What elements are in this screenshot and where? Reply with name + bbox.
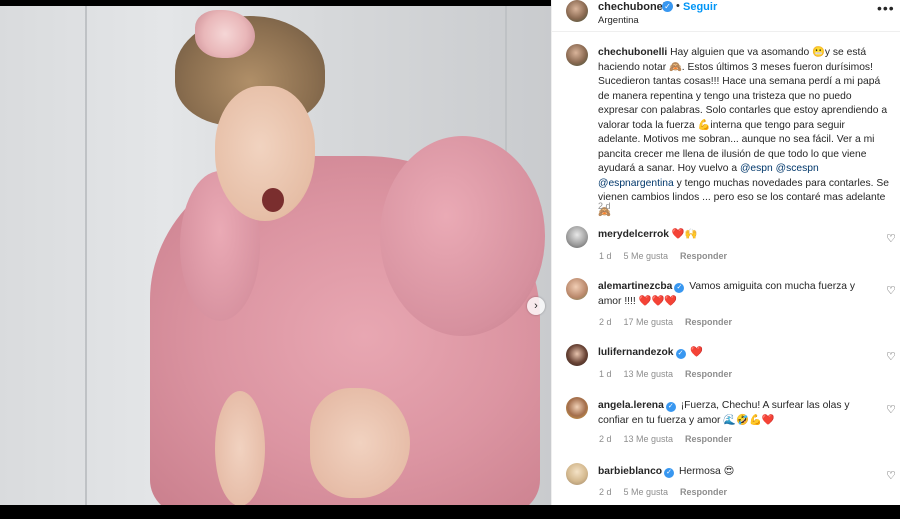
comment-username[interactable]: barbieblanco [598,466,662,477]
comment-likes[interactable]: 5 Me gusta [624,487,669,497]
comment-username[interactable]: lulifernandezok [598,347,674,358]
mention-link[interactable]: @espnargentina [598,178,674,189]
avatar[interactable] [566,463,588,485]
comment-username[interactable]: merydelcerrok [598,229,669,240]
comment-text: angela.lerena ✓ ¡Fuerza, Chechu! A surfea… [598,399,873,428]
post-location[interactable]: Argentina [598,15,639,26]
instagram-post-modal: › chechubonelli ✓ • Seguir Argentina •••… [0,0,900,505]
post-photo[interactable]: › [0,6,551,505]
comment: lulifernandezok ✓ ❤️ 1 d 13 Me gusta Respon… [566,344,896,400]
sweater-sleeve [380,136,545,336]
more-options-icon[interactable]: ••• [877,0,895,16]
hair-bow [195,10,255,58]
comment-meta: 2 d 5 Me gusta Responder [599,487,739,497]
mention-link[interactable]: @scespn [776,163,819,174]
verified-badge-icon: ✓ [662,1,673,12]
reply-button[interactable]: Responder [685,434,732,444]
comment-time[interactable]: 1 d [599,369,612,379]
comment: angela.lerena ✓ ¡Fuerza, Chechu! A surfea… [566,397,896,453]
comment: merydelcerrok ❤️🙌 1 d 5 Me gusta Responder… [566,226,896,282]
comment-time[interactable]: 2 d [599,317,612,327]
follow-button[interactable]: Seguir [683,1,717,13]
wall-edge [85,6,87,505]
avatar[interactable] [566,44,588,66]
caption-time[interactable]: 2 d [598,201,611,211]
like-heart-icon[interactable]: ♡ [886,350,896,363]
comment-meta: 2 d 17 Me gusta Responder [599,317,744,327]
like-heart-icon[interactable]: ♡ [886,469,896,482]
caption-text: chechubonelli Hay alguien que va asomand… [598,46,890,220]
verified-badge-icon: ✓ [664,468,675,478]
comment-text: merydelcerrok ❤️🙌 [598,228,873,243]
comment-time[interactable]: 2 d [599,434,612,444]
caption-body: Hay alguien que va asomando 😬y se está h… [598,47,888,174]
comment-username[interactable]: angela.lerena [598,400,664,411]
reply-button[interactable]: Responder [680,251,727,261]
avatar[interactable] [566,278,588,300]
carousel-next-icon[interactable]: › [527,297,545,315]
comment: barbieblanco ✓ Hermosa 😍 2 d 5 Me gusta Res… [566,463,896,519]
reply-button[interactable]: Responder [685,369,732,379]
comment-body: ❤️ [687,347,704,358]
reply-button[interactable]: Responder [680,487,727,497]
verified-badge-icon: ✓ [665,402,676,412]
reply-button[interactable]: Responder [685,317,732,327]
post-side-panel: chechubonelli ✓ • Seguir Argentina ••• c… [551,0,900,505]
comment-body: ❤️🙌 [668,229,698,240]
avatar[interactable] [566,226,588,248]
caption-username[interactable]: chechubonelli [598,47,667,58]
verified-badge-icon: ✓ [674,283,685,293]
mention-link[interactable]: @espn [740,163,773,174]
comment-body: Hermosa 😍 [676,466,735,477]
like-heart-icon[interactable]: ♡ [886,284,896,297]
comment-meta: 2 d 13 Me gusta Responder [599,434,744,444]
post-header: chechubonelli ✓ • Seguir Argentina ••• [552,0,900,32]
hand [310,388,410,498]
hand [215,391,265,505]
comment: alemartinezcba ✓ Vamos amiguita con mucha… [566,278,896,334]
avatar[interactable] [566,0,588,22]
comment-likes[interactable]: 13 Me gusta [624,434,674,444]
comment-text: lulifernandezok ✓ ❤️ [598,346,873,361]
comment-text: alemartinezcba ✓ Vamos amiguita con mucha… [598,280,873,309]
avatar[interactable] [566,344,588,366]
comment-time[interactable]: 1 d [599,251,612,261]
comment-text: barbieblanco ✓ Hermosa 😍 [598,465,873,480]
comment-likes[interactable]: 13 Me gusta [624,369,674,379]
mouth [262,188,284,212]
comment-likes[interactable]: 17 Me gusta [624,317,674,327]
separator-dot: • [676,0,680,12]
comment-likes[interactable]: 5 Me gusta [624,251,669,261]
avatar[interactable] [566,397,588,419]
like-heart-icon[interactable]: ♡ [886,403,896,416]
comment-username[interactable]: alemartinezcba [598,281,672,292]
comment-time[interactable]: 2 d [599,487,612,497]
verified-badge-icon: ✓ [675,349,686,359]
post-username[interactable]: chechubonelli [598,1,672,13]
like-heart-icon[interactable]: ♡ [886,232,896,245]
comment-meta: 1 d 13 Me gusta Responder [599,369,744,379]
comment-meta: 1 d 5 Me gusta Responder [599,251,739,261]
